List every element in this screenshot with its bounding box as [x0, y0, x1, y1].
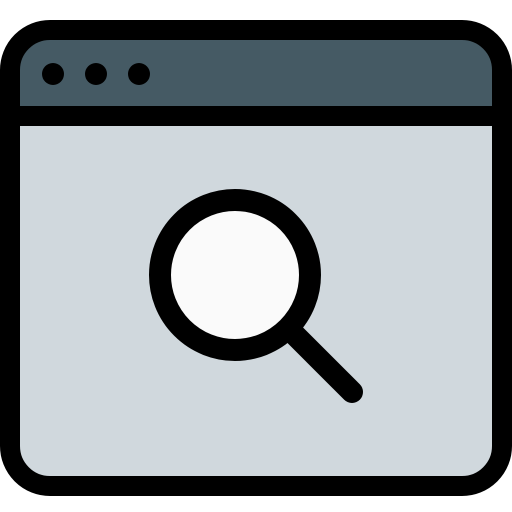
icon-canvas: [0, 20, 512, 496]
window-dot-3: [128, 63, 150, 85]
window-dot-1: [42, 63, 64, 85]
title-bar-background: [10, 30, 502, 116]
title-bar: [10, 30, 502, 116]
magnifier-lens: [149, 189, 321, 361]
window-dot-2: [85, 63, 107, 85]
browser-window-search-icon: [0, 0, 512, 512]
